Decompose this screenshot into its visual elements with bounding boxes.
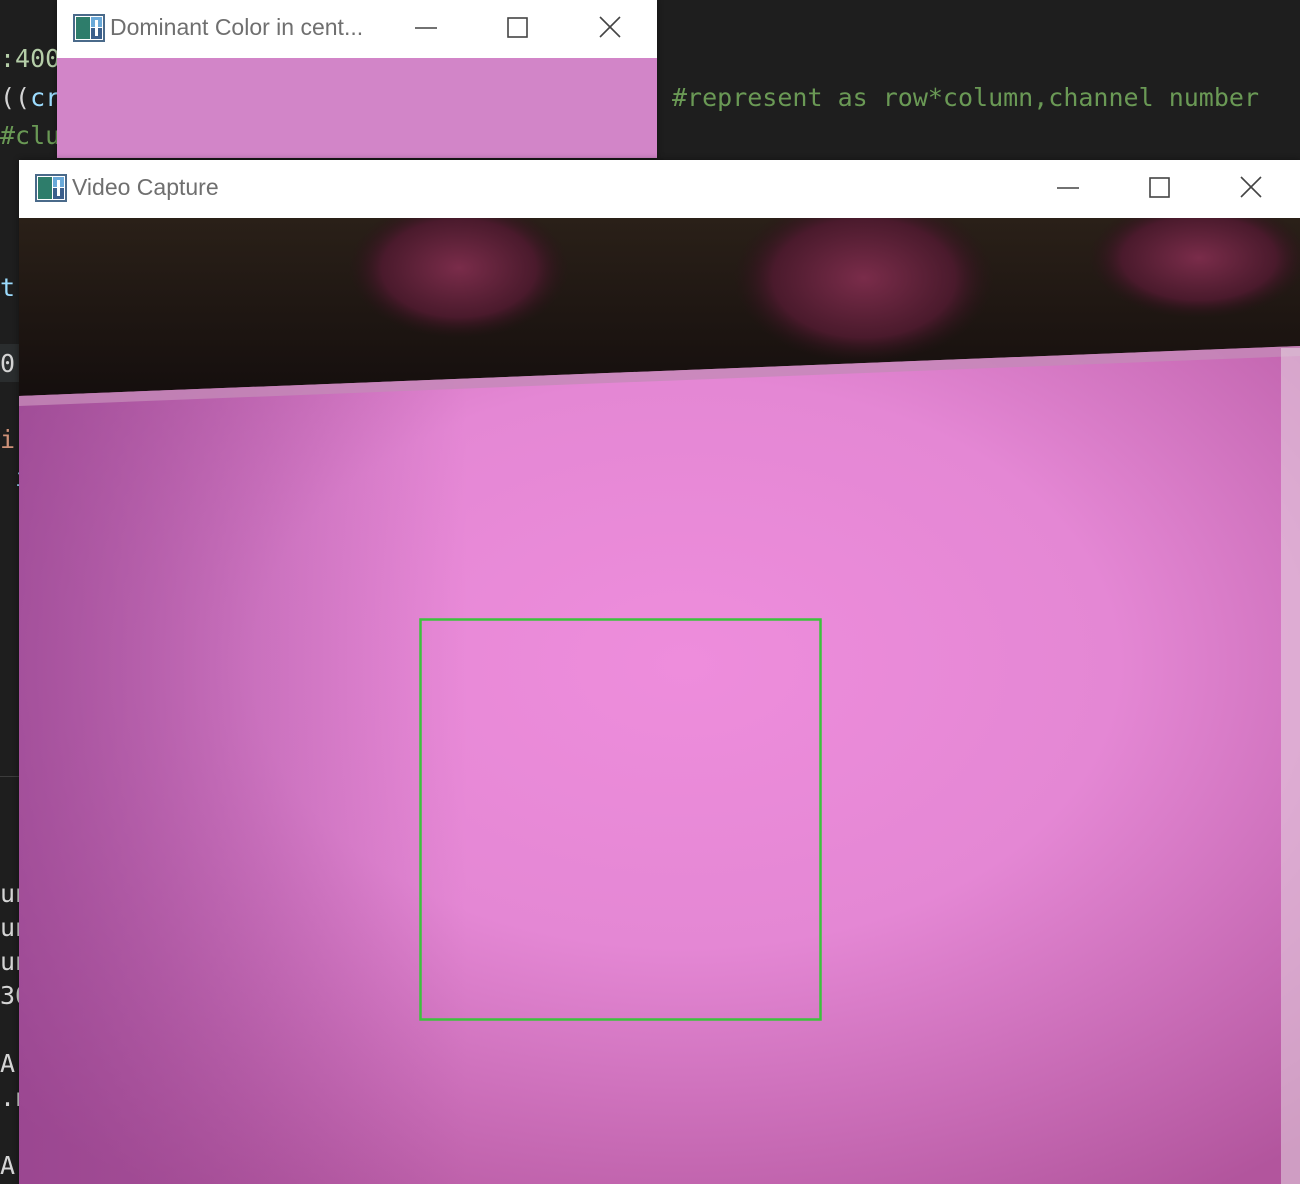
maximize-icon (1149, 177, 1170, 198)
code-token: cr (30, 83, 61, 112)
dominant-color-swatch (57, 58, 657, 158)
minimize-icon (415, 27, 437, 29)
window-title: Dominant Color in cent... (110, 14, 364, 40)
maximize-icon (507, 17, 528, 38)
close-button[interactable] (587, 8, 633, 48)
close-icon (599, 16, 621, 38)
code-line: :400 (0, 44, 61, 73)
code-comment: #clu (0, 121, 61, 150)
code-token: (( (0, 83, 31, 112)
app-window-icon (35, 174, 67, 202)
app-window-icon (73, 14, 105, 42)
minimize-icon (1057, 187, 1079, 189)
video-capture-window[interactable]: Video Capture (19, 160, 1300, 1184)
video-feed (19, 218, 1300, 1184)
code-line: ((cr (0, 83, 60, 113)
dominant-color-window[interactable]: Dominant Color in cent... (57, 0, 657, 158)
maximize-button[interactable] (494, 8, 540, 48)
maximize-button[interactable] (1136, 168, 1182, 208)
minimize-button[interactable] (403, 8, 449, 48)
window-title: Video Capture (72, 174, 219, 200)
title-bar[interactable]: Dominant Color in cent... (57, 0, 657, 58)
close-button[interactable] (1228, 168, 1274, 208)
close-icon (1240, 176, 1262, 198)
camera-frame-image (19, 218, 1300, 1184)
title-bar[interactable]: Video Capture (19, 160, 1300, 218)
code-comment: #represent as row*column,channel number (672, 83, 1259, 112)
card-right-edge (1281, 348, 1300, 1184)
minimize-button[interactable] (1045, 168, 1091, 208)
panel-divider (0, 776, 20, 777)
